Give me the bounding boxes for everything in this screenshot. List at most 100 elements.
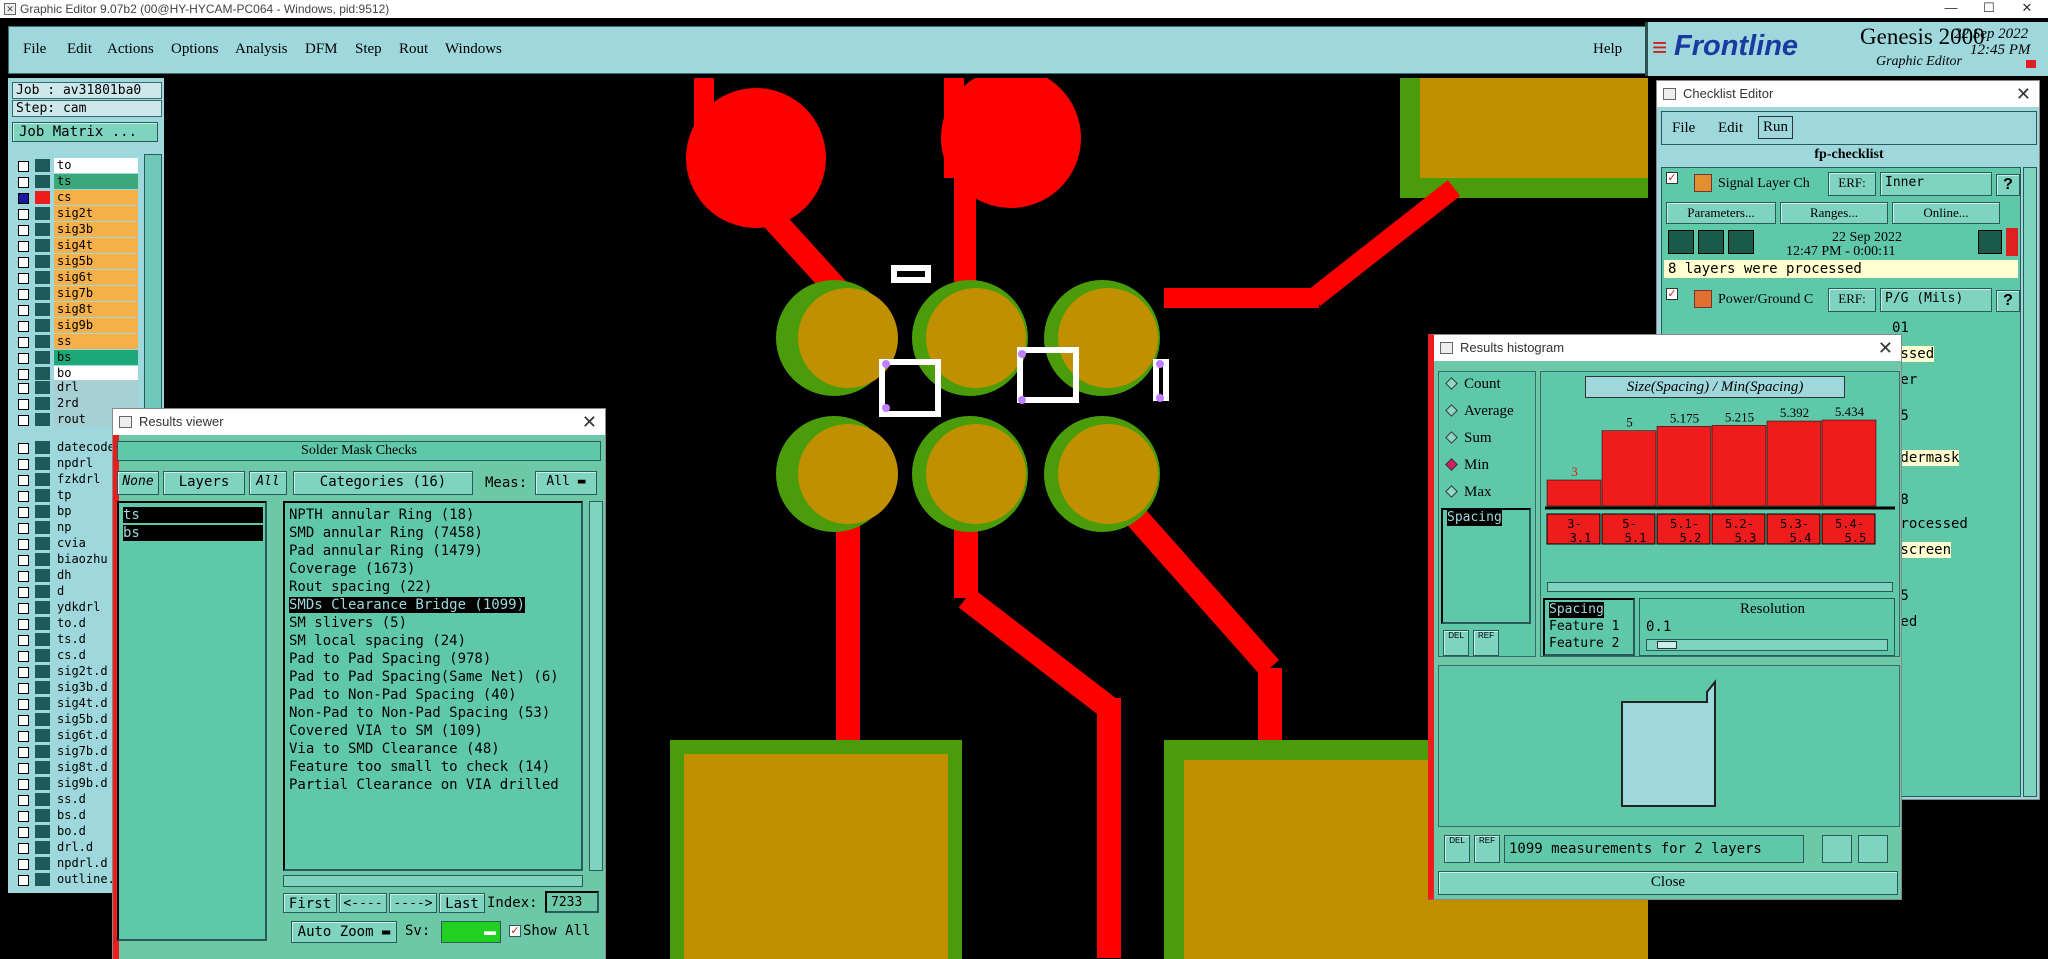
layer-checkbox[interactable] [18, 443, 29, 454]
category-item[interactable]: SMD annular Ring (7458) [289, 525, 483, 541]
layer-checkbox[interactable] [18, 699, 29, 710]
menu-help[interactable]: Help [1593, 41, 1622, 58]
menu-windows[interactable]: Windows [445, 41, 502, 58]
layer-checkbox[interactable] [18, 779, 29, 790]
layer-checkbox[interactable] [18, 321, 29, 332]
layer-checkbox[interactable] [18, 603, 29, 614]
category-item[interactable]: Feature too small to check (14) [289, 759, 550, 775]
histogram-chart[interactable]: 3 3-3.1 5 5-5.1 5.175 5.1-5.2 5.215 5.2-5.3 5.39… [1545, 402, 1895, 582]
menu-file[interactable]: File [23, 41, 46, 58]
signal-parameters-button[interactable]: Parameters... [1666, 202, 1776, 224]
meas-dropdown[interactable]: All ▬ [535, 471, 597, 495]
layer-row-ss[interactable]: ss [14, 334, 138, 349]
layer-checkbox[interactable] [18, 827, 29, 838]
layer-checkbox[interactable] [18, 843, 29, 854]
layer-row-bo[interactable]: bo [14, 366, 138, 381]
signal-enable-checkbox[interactable]: ✓ [1666, 172, 1678, 184]
pg-erf-value[interactable]: P/G (Mils) [1880, 288, 1992, 312]
layer-checkbox[interactable] [18, 475, 29, 486]
checklist-menu-edit[interactable]: Edit [1718, 120, 1743, 137]
signal-online-button[interactable]: Online... [1892, 202, 2000, 224]
resolution-slider[interactable] [1646, 639, 1888, 651]
layer-row-sig8t[interactable]: sig8t [14, 302, 138, 317]
layer-checkbox[interactable] [18, 523, 29, 534]
measure-list[interactable]: Spacing [1441, 508, 1531, 624]
layer-checkbox[interactable] [18, 415, 29, 426]
report-icon[interactable] [1858, 835, 1888, 863]
categories-list[interactable]: NPTH annular Ring (18) SMD annular Ring (… [283, 501, 583, 871]
result-layer-item[interactable]: ts [123, 507, 263, 523]
sv-color-dropdown[interactable]: ▬ [441, 921, 501, 943]
checklist-menu-run[interactable]: Run [1758, 116, 1794, 139]
layer-row-sig3b[interactable]: sig3b [14, 222, 138, 237]
layer-checkbox[interactable] [18, 715, 29, 726]
layer-checkbox[interactable] [18, 571, 29, 582]
category-item[interactable]: Covered VIA to SM (109) [289, 723, 483, 739]
layer-checkbox[interactable] [18, 747, 29, 758]
signal-ranges-button[interactable]: Ranges... [1780, 202, 1888, 224]
category-item[interactable]: Via to SMD Clearance (48) [289, 741, 500, 757]
layer-checkbox[interactable] [18, 353, 29, 364]
category-item[interactable]: Pad to Non-Pad Spacing (40) [289, 687, 517, 703]
layer-checkbox[interactable] [18, 459, 29, 470]
close-button[interactable]: ✕ [2004, 0, 2048, 18]
layer-checkbox[interactable] [18, 399, 29, 410]
results-viewer-close-icon[interactable]: ✕ [582, 409, 597, 435]
histogram-bar[interactable] [1601, 430, 1657, 507]
categories-scrollbar[interactable] [589, 501, 603, 871]
measure-item[interactable]: Spacing [1447, 510, 1502, 526]
run-fast-icon[interactable] [1698, 230, 1724, 254]
layer-row-sig2t[interactable]: sig2t [14, 206, 138, 221]
mode-radio-max[interactable]: Max [1445, 484, 1492, 501]
mode-radio-sum[interactable]: Sum [1445, 430, 1492, 447]
layer-row-cs[interactable]: cs [14, 190, 138, 205]
none-button[interactable]: None [117, 471, 159, 495]
category-item[interactable]: Pad annular Ring (1479) [289, 543, 483, 559]
menu-rout[interactable]: Rout [399, 41, 428, 58]
menu-options[interactable]: Options [171, 41, 219, 58]
checklist-menu-file[interactable]: File [1672, 120, 1695, 137]
layer-checkbox[interactable] [18, 225, 29, 236]
layer-checkbox[interactable] [18, 683, 29, 694]
all-button[interactable]: All [249, 471, 287, 495]
last-button[interactable]: Last [439, 893, 485, 913]
menu-dfm[interactable]: DFM [305, 41, 338, 58]
layer-row-to[interactable]: to [14, 158, 138, 173]
layer-checkbox[interactable] [18, 369, 29, 380]
layer-checkbox[interactable] [18, 795, 29, 806]
categories-button[interactable]: Categories (16) [293, 471, 473, 495]
prev-button[interactable]: <---- [339, 893, 387, 913]
layer-checkbox[interactable] [18, 289, 29, 300]
layer-checkbox[interactable] [18, 193, 29, 204]
signal-erf-value[interactable]: Inner [1880, 172, 1992, 196]
pg-help-button[interactable]: ? [1996, 290, 2020, 312]
menu-actions[interactable]: Actions [107, 41, 154, 58]
layer-checkbox[interactable] [18, 305, 29, 316]
checklist-scrollbar[interactable] [2023, 167, 2037, 797]
mode-radio-average[interactable]: Average [1445, 403, 1514, 420]
zoom-dropdown[interactable]: Auto Zoom ▬ [291, 921, 397, 943]
feature-item[interactable]: Feature 1 [1549, 619, 1619, 635]
feature-list[interactable]: Spacing Feature 1 Feature 2 [1543, 598, 1635, 656]
category-item[interactable]: Rout spacing (22) [289, 579, 432, 595]
layer-checkbox[interactable] [18, 635, 29, 646]
drill-row-drl[interactable]: drl [14, 380, 138, 395]
index-input[interactable] [545, 891, 599, 913]
layer-checkbox[interactable] [18, 811, 29, 822]
histogram-bar[interactable] [1711, 425, 1767, 507]
layer-checkbox[interactable] [18, 241, 29, 252]
layer-checkbox[interactable] [18, 177, 29, 188]
layer-checkbox[interactable] [18, 619, 29, 630]
histogram-bar[interactable] [1656, 426, 1712, 507]
signal-help-button[interactable]: ? [1996, 174, 2020, 196]
run-icon[interactable] [1668, 230, 1694, 254]
layer-checkbox[interactable] [18, 383, 29, 394]
pg-erf-button[interactable]: ERF: [1828, 288, 1876, 312]
layer-checkbox[interactable] [18, 257, 29, 268]
layer-row-sig5b[interactable]: sig5b [14, 254, 138, 269]
category-item[interactable]: Partial Clearance on VIA drilled [289, 777, 559, 793]
histogram-hscrollbar[interactable] [1547, 582, 1893, 592]
histogram-close-icon[interactable]: ✕ [1878, 335, 1893, 361]
layer-checkbox[interactable] [18, 539, 29, 550]
category-item[interactable]: Non-Pad to Non-Pad Spacing (53) [289, 705, 550, 721]
